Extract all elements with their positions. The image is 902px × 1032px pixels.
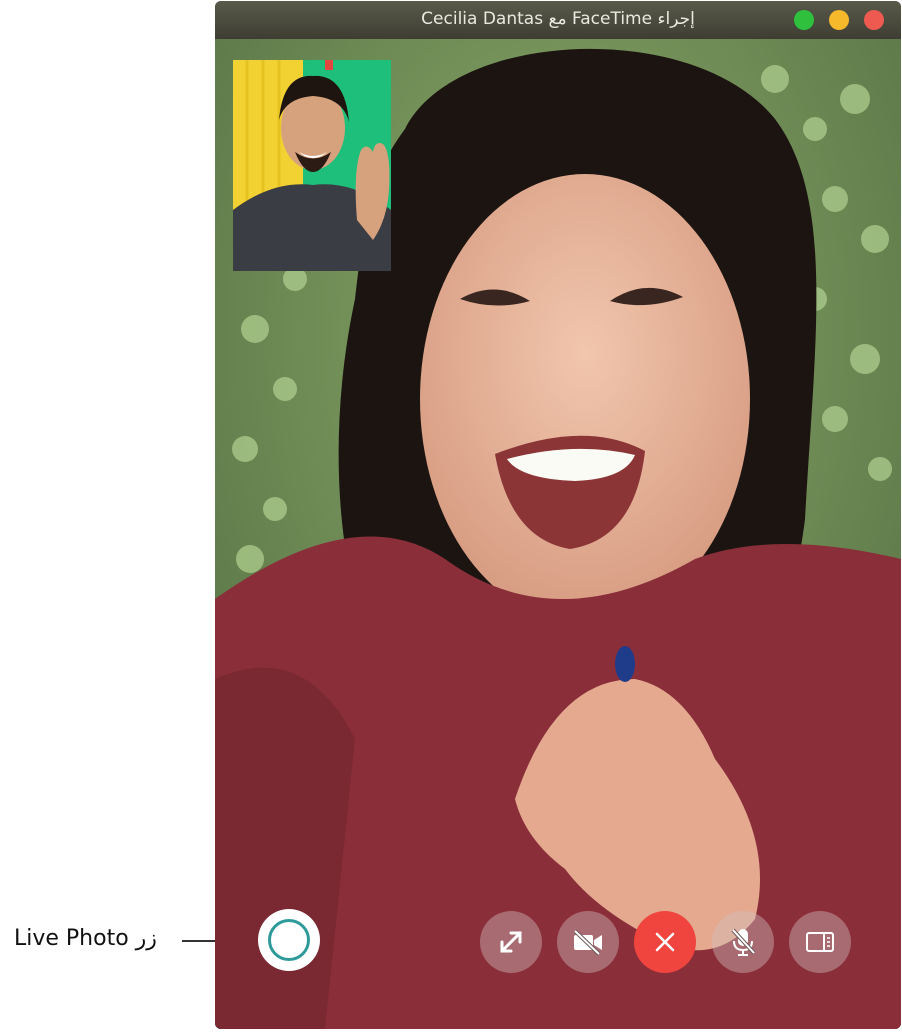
sidebar-icon — [806, 932, 834, 952]
mute-button[interactable] — [712, 911, 774, 973]
zoom-window-button[interactable] — [794, 10, 814, 30]
end-call-button[interactable] — [634, 911, 696, 973]
self-view-video[interactable] — [233, 60, 391, 271]
video-camera-slash-icon — [573, 929, 602, 956]
fullscreen-button[interactable] — [480, 911, 542, 973]
expand-arrows-icon — [500, 931, 522, 953]
close-icon — [655, 932, 675, 952]
live-photo-ring-icon — [268, 919, 310, 961]
facetime-window: إجراء FaceTime مع Cecilia Dantas — [215, 1, 901, 1029]
live-photo-button[interactable] — [258, 909, 320, 971]
camera-off-button[interactable] — [557, 911, 619, 973]
sidebar-button[interactable] — [789, 911, 851, 973]
live-photo-callout-label: زر Live Photo — [14, 926, 157, 951]
close-window-button[interactable] — [864, 10, 884, 30]
microphone-slash-icon — [731, 928, 756, 956]
minimize-window-button[interactable] — [829, 10, 849, 30]
title-bar[interactable]: إجراء FaceTime مع Cecilia Dantas — [215, 1, 901, 39]
